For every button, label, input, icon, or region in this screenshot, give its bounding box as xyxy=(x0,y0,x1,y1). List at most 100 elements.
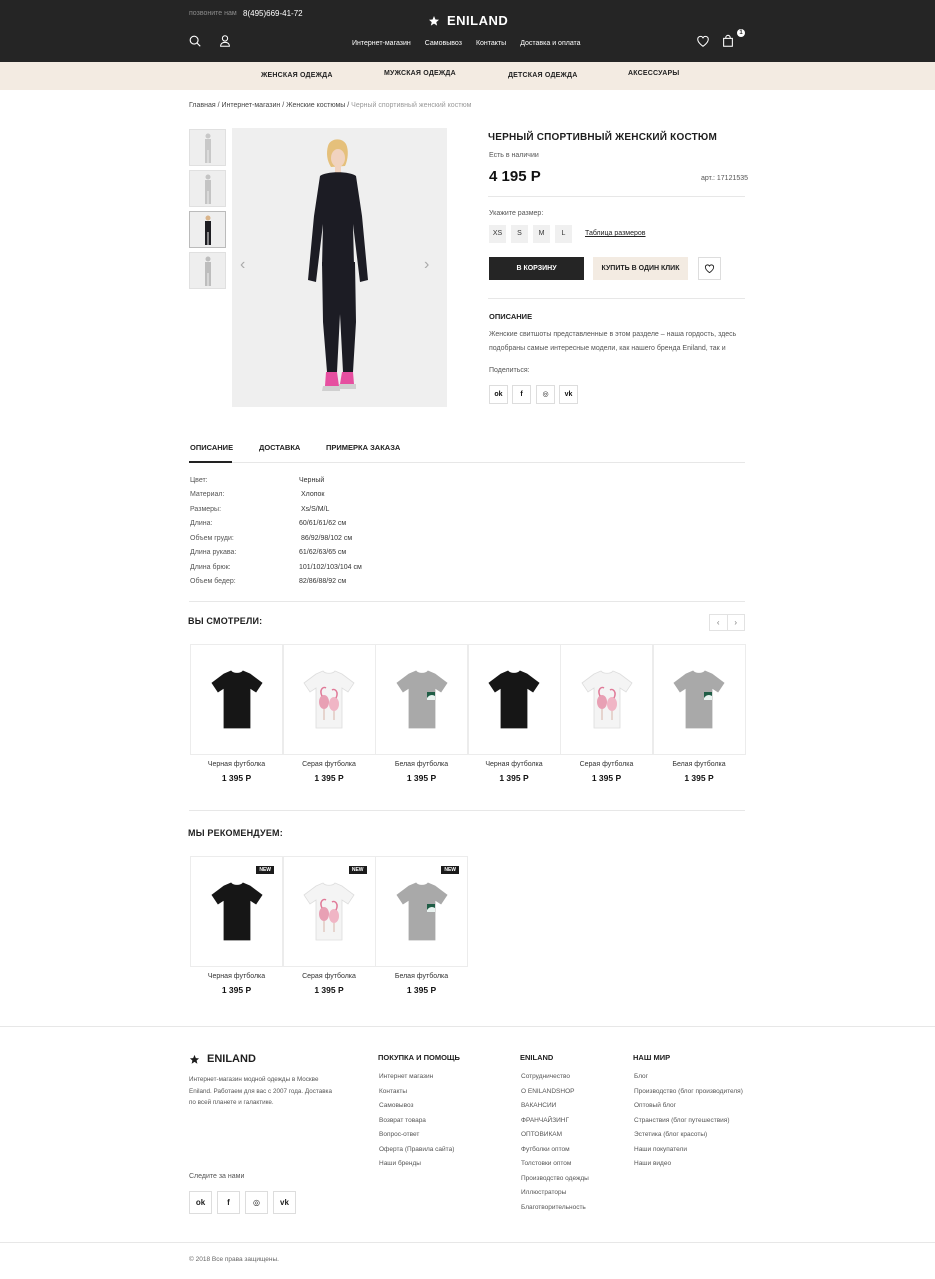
share-ok-icon[interactable]: ok xyxy=(489,385,508,404)
footer-link[interactable]: Странствия (блог путешествия) xyxy=(634,1117,730,1124)
footer-link[interactable]: Футболки оптом xyxy=(521,1146,570,1153)
footer-link[interactable]: Наши покупатели xyxy=(634,1146,687,1153)
product-card[interactable]: NEW xyxy=(282,856,376,967)
product-card-name[interactable]: Черная футболка xyxy=(190,761,283,768)
category-accessories[interactable]: АКСЕССУАРЫ xyxy=(628,70,679,77)
top-nav: Интернет-магазин Самовывоз Контакты Дост… xyxy=(352,40,581,47)
category-men[interactable]: МУЖСКАЯ ОДЕЖДА xyxy=(384,70,456,77)
footer-link[interactable]: Оферта (Правила сайта) xyxy=(379,1146,454,1153)
add-to-wishlist-button[interactable] xyxy=(698,257,721,280)
product-card[interactable]: NEW xyxy=(190,856,283,967)
product-card-name[interactable]: Черная футболка xyxy=(468,761,561,768)
product-card-name[interactable]: Белая футболка xyxy=(375,973,468,980)
spec-value: Черный xyxy=(299,477,325,484)
add-to-cart-button[interactable]: В КОРЗИНУ xyxy=(489,257,584,280)
spec-label: Материал: xyxy=(190,491,225,498)
footer-link[interactable]: Благотворительность xyxy=(521,1204,586,1211)
footer-link[interactable]: Самовывоз xyxy=(379,1102,414,1109)
pager-next-arrow[interactable]: › xyxy=(728,615,745,630)
footer-link[interactable]: Интернет магазин xyxy=(379,1073,433,1080)
spec-value: 61/62/63/65 см xyxy=(299,549,347,556)
footer-link[interactable]: Иллюстраторы xyxy=(521,1189,566,1196)
tab-description[interactable]: ОПИСАНИЕ xyxy=(190,443,233,452)
product-card-name[interactable]: Серая футболка xyxy=(283,761,376,768)
tab-delivery[interactable]: ДОСТАВКА xyxy=(259,443,300,452)
new-badge: NEW xyxy=(256,866,274,874)
logo[interactable]: ENILAND xyxy=(428,13,508,28)
share-facebook-icon[interactable]: f xyxy=(512,385,531,404)
footer-link[interactable]: Толстовки оптом xyxy=(521,1160,571,1167)
product-card-name[interactable]: Серая футболка xyxy=(560,761,653,768)
product-card[interactable]: NEW xyxy=(375,856,468,967)
size-table-link[interactable]: Таблица размеров xyxy=(585,230,646,237)
footer-link[interactable]: ВАКАНСИИ xyxy=(521,1102,556,1109)
nav-delivery[interactable]: Доставка и оплата xyxy=(520,40,580,47)
share-vk-icon[interactable]: vk xyxy=(559,385,578,404)
footer-link[interactable]: Производство (блог производителя) xyxy=(634,1088,743,1095)
footer-link[interactable]: ФРАНЧАЙЗИНГ xyxy=(521,1117,569,1124)
product-card-name[interactable]: Черная футболка xyxy=(190,973,283,980)
breadcrumb-category[interactable]: Женские костюмы xyxy=(286,102,345,109)
size-option-s[interactable]: S xyxy=(511,225,528,243)
breadcrumb: Главная / Интернет-магазин / Женские кос… xyxy=(189,102,472,109)
spec-value: 86/92/98/102 см xyxy=(301,535,353,542)
tshirt-image xyxy=(580,670,633,728)
footer-link[interactable]: Производство одежды xyxy=(521,1175,589,1182)
nav-shop[interactable]: Интернет-магазин xyxy=(352,40,411,47)
product-card-price: 1 395 Р xyxy=(221,985,252,995)
footer-link[interactable]: ОПТОВИКАМ xyxy=(521,1131,562,1138)
product-card[interactable] xyxy=(282,644,376,755)
footer-facebook-icon[interactable]: f xyxy=(217,1191,240,1214)
footer-link[interactable]: Вопрос-ответ xyxy=(379,1131,419,1138)
gallery-next-arrow[interactable]: › xyxy=(424,256,429,274)
footer-link[interactable]: Наши видео xyxy=(634,1160,671,1167)
pager-prev-arrow[interactable]: ‹ xyxy=(710,615,728,630)
gallery-thumb[interactable] xyxy=(189,252,226,289)
spec-label: Размеры: xyxy=(190,506,222,513)
size-option-m[interactable]: M xyxy=(533,225,550,243)
footer-vk-icon[interactable]: vk xyxy=(273,1191,296,1214)
footer-instagram-icon[interactable]: ◎ xyxy=(245,1191,268,1214)
footer-ok-icon[interactable]: ok xyxy=(189,1191,212,1214)
breadcrumb-shop[interactable]: Интернет-магазин xyxy=(222,102,281,109)
gallery-thumb[interactable] xyxy=(189,170,226,207)
nav-contacts[interactable]: Контакты xyxy=(476,40,506,47)
tshirt-image xyxy=(303,882,355,940)
product-card[interactable] xyxy=(375,644,468,755)
tab-try-on[interactable]: ПРИМЕРКА ЗАКАЗА xyxy=(326,443,400,452)
footer-link[interactable]: Сотрудничество xyxy=(521,1073,570,1080)
phone-number[interactable]: 8(495)669-41-72 xyxy=(243,9,303,18)
product-card[interactable] xyxy=(190,644,283,755)
nav-pickup[interactable]: Самовывоз xyxy=(425,40,462,47)
footer-link[interactable]: Контакты xyxy=(379,1088,407,1095)
gallery-thumb-active[interactable] xyxy=(189,211,226,248)
share-instagram-icon[interactable]: ◎ xyxy=(536,385,555,404)
product-card[interactable] xyxy=(652,644,746,755)
bag-icon[interactable] xyxy=(721,34,735,48)
gallery-thumb[interactable] xyxy=(189,129,226,166)
user-icon[interactable] xyxy=(218,34,232,48)
search-icon[interactable] xyxy=(188,34,202,48)
product-card-name[interactable]: Белая футболка xyxy=(653,761,746,768)
category-kids[interactable]: ДЕТСКАЯ ОДЕЖДА xyxy=(508,72,577,79)
size-option-l[interactable]: L xyxy=(555,225,572,243)
product-card[interactable] xyxy=(467,644,561,755)
buy-one-click-button[interactable]: КУПИТЬ В ОДИН КЛИК xyxy=(593,257,688,280)
footer-link[interactable]: Блог xyxy=(634,1073,648,1080)
category-women[interactable]: ЖЕНСКАЯ ОДЕЖДА xyxy=(261,72,333,79)
footer-link[interactable]: О ENILANDSHOP xyxy=(521,1088,574,1095)
size-option-xs[interactable]: XS xyxy=(489,225,506,243)
footer-logo[interactable]: ENILAND xyxy=(189,1053,256,1065)
footer-link[interactable]: Возврат товара xyxy=(379,1117,426,1124)
product-card-price: 1 395 Р xyxy=(221,773,252,783)
gallery-prev-arrow[interactable]: ‹ xyxy=(240,256,245,274)
heart-icon[interactable] xyxy=(696,34,710,48)
product-card[interactable] xyxy=(560,644,653,755)
footer-link[interactable]: Наши бренды xyxy=(379,1160,421,1167)
product-card-name[interactable]: Белая футболка xyxy=(375,761,468,768)
footer-link[interactable]: Оптовый блог xyxy=(634,1102,676,1109)
breadcrumb-home[interactable]: Главная xyxy=(189,102,216,109)
footer-link[interactable]: Эстетика (блог красоты) xyxy=(634,1131,707,1138)
product-card-name[interactable]: Серая футболка xyxy=(283,973,376,980)
spec-label: Объем груди: xyxy=(190,535,234,542)
